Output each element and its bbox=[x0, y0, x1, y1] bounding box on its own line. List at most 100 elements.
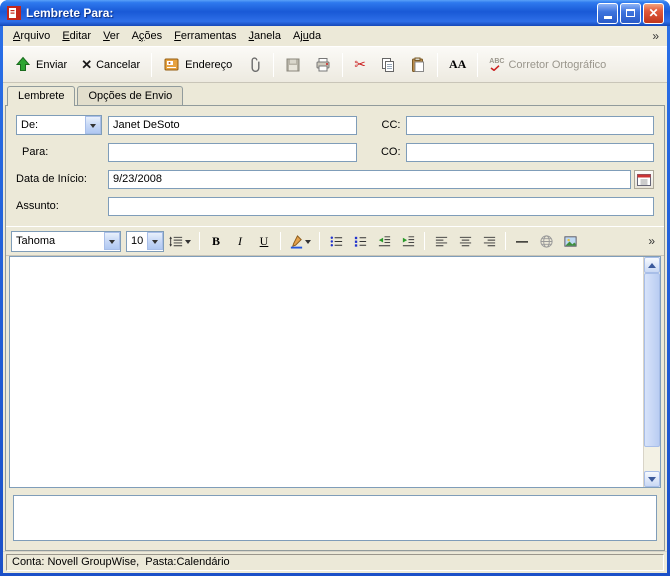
menubar-overflow-chevron[interactable]: » bbox=[648, 29, 663, 43]
bold-button[interactable]: B bbox=[205, 231, 227, 252]
chevron-down-icon[interactable] bbox=[147, 232, 163, 250]
tab-opcoes-de-envio[interactable]: Opções de Envio bbox=[77, 86, 183, 105]
save-button[interactable] bbox=[278, 50, 308, 79]
font-size-combo[interactable]: 10 bbox=[126, 231, 164, 252]
copy-button[interactable] bbox=[373, 50, 403, 79]
chevron-down-icon[interactable] bbox=[104, 232, 120, 250]
send-button[interactable]: Enviar bbox=[7, 50, 74, 79]
menu-arquivo[interactable]: Arquivo bbox=[7, 28, 56, 44]
format-separator bbox=[424, 232, 425, 250]
save-icon bbox=[285, 57, 301, 73]
format-separator bbox=[505, 232, 506, 250]
print-button[interactable] bbox=[308, 50, 338, 79]
address-book-icon bbox=[163, 56, 181, 73]
font-button[interactable]: AA bbox=[442, 50, 473, 79]
scrollbar-thumb[interactable] bbox=[644, 273, 660, 447]
chevron-down-icon bbox=[185, 240, 191, 247]
decrease-indent-button[interactable] bbox=[373, 231, 395, 252]
chevron-down-icon[interactable] bbox=[85, 116, 101, 134]
from-input[interactable] bbox=[108, 116, 357, 135]
minimize-icon bbox=[604, 16, 612, 19]
groupwise-compose-window: Lembrete Para: ✕ Arquivo Editar Ver Açõe… bbox=[0, 0, 670, 576]
calendar-picker-button[interactable] bbox=[634, 170, 654, 189]
app-icon bbox=[6, 5, 22, 21]
align-right-icon bbox=[482, 234, 497, 249]
numbered-list-button[interactable] bbox=[349, 231, 371, 252]
toolbar-separator bbox=[151, 53, 152, 77]
maximize-button[interactable] bbox=[620, 3, 641, 24]
bullet-list-button[interactable] bbox=[325, 231, 347, 252]
font-color-icon bbox=[289, 234, 304, 249]
vertical-scrollbar[interactable] bbox=[643, 257, 660, 487]
toolbar-separator bbox=[477, 53, 478, 77]
field-row: Data de Início: bbox=[16, 168, 654, 190]
to-input[interactable] bbox=[108, 143, 357, 162]
menu-ferramentas[interactable]: Ferramentas bbox=[168, 28, 242, 44]
font-size-value: 10 bbox=[127, 235, 147, 247]
menu-ver[interactable]: Ver bbox=[97, 28, 126, 44]
address-label: Endereço bbox=[185, 59, 232, 71]
align-left-button[interactable] bbox=[430, 231, 452, 252]
minimize-button[interactable] bbox=[597, 3, 618, 24]
close-button[interactable]: ✕ bbox=[643, 3, 664, 24]
window-title: Lembrete Para: bbox=[26, 6, 597, 20]
cc-label: CC: bbox=[367, 119, 401, 131]
underline-button[interactable]: U bbox=[253, 231, 275, 252]
scrollbar-track[interactable] bbox=[644, 273, 660, 471]
bc-input[interactable] bbox=[406, 143, 655, 162]
statusbar: Conta: Novell GroupWise, Pasta:Calendári… bbox=[3, 551, 667, 573]
menu-ajuda[interactable]: Ajuda bbox=[287, 28, 327, 44]
formatbar-overflow-chevron[interactable]: » bbox=[644, 234, 659, 248]
client-area: Arquivo Editar Ver Ações Ferramentas Jan… bbox=[3, 26, 667, 573]
copy-icon bbox=[380, 57, 396, 73]
header-fields: De: CC: Para: CO: Data de Início: bbox=[6, 106, 664, 226]
subject-input[interactable] bbox=[108, 197, 654, 216]
to-label: Para: bbox=[16, 146, 108, 158]
editor-area bbox=[9, 256, 661, 488]
field-row: Para: CO: bbox=[16, 141, 654, 163]
font-color-button[interactable] bbox=[286, 231, 314, 252]
cancel-icon: ✕ bbox=[81, 57, 92, 73]
tab-lembrete[interactable]: Lembrete bbox=[7, 86, 75, 106]
toolbar-separator bbox=[437, 53, 438, 77]
align-left-icon bbox=[434, 234, 449, 249]
cc-input[interactable] bbox=[406, 116, 655, 135]
message-body[interactable] bbox=[10, 257, 643, 487]
menubar: Arquivo Editar Ver Ações Ferramentas Jan… bbox=[3, 26, 667, 46]
align-right-button[interactable] bbox=[478, 231, 500, 252]
scrollbar-up-button[interactable] bbox=[644, 257, 660, 273]
spellcheck-button[interactable]: ABC Corretor Ortográfico bbox=[482, 50, 613, 79]
horizontal-rule-button[interactable]: — bbox=[511, 231, 533, 252]
address-button[interactable]: Endereço bbox=[156, 50, 239, 79]
menu-acoes[interactable]: Ações bbox=[126, 28, 169, 44]
scrollbar-down-button[interactable] bbox=[644, 471, 660, 487]
line-spacing-icon bbox=[169, 234, 184, 249]
attachment-pane[interactable] bbox=[13, 495, 657, 541]
start-date-input[interactable] bbox=[108, 170, 631, 189]
format-separator bbox=[199, 232, 200, 250]
insert-image-button[interactable] bbox=[559, 231, 581, 252]
paste-button[interactable] bbox=[403, 50, 433, 79]
align-center-button[interactable] bbox=[454, 231, 476, 252]
send-label: Enviar bbox=[36, 59, 67, 71]
italic-button[interactable]: I bbox=[229, 231, 251, 252]
menu-editar[interactable]: Editar bbox=[56, 28, 97, 44]
paste-icon bbox=[410, 57, 426, 73]
font-family-combo[interactable]: Tahoma bbox=[11, 231, 121, 252]
line-spacing-button[interactable] bbox=[166, 231, 194, 252]
format-separator bbox=[280, 232, 281, 250]
cut-button[interactable]: ✂ bbox=[347, 50, 373, 79]
menu-janela[interactable]: Janela bbox=[243, 28, 287, 44]
hyperlink-button[interactable] bbox=[535, 231, 557, 252]
attach-button[interactable] bbox=[239, 50, 269, 79]
toolbar-separator bbox=[273, 53, 274, 77]
titlebar[interactable]: Lembrete Para: ✕ bbox=[0, 0, 670, 26]
image-icon bbox=[563, 234, 578, 249]
maximize-icon bbox=[626, 9, 635, 17]
from-selector[interactable]: De: bbox=[16, 115, 102, 135]
increase-indent-button[interactable] bbox=[397, 231, 419, 252]
font-icon: AA bbox=[449, 57, 466, 72]
format-separator bbox=[319, 232, 320, 250]
cancel-button[interactable]: ✕ Cancelar bbox=[74, 50, 147, 79]
spellcheck-label: Corretor Ortográfico bbox=[508, 59, 606, 71]
